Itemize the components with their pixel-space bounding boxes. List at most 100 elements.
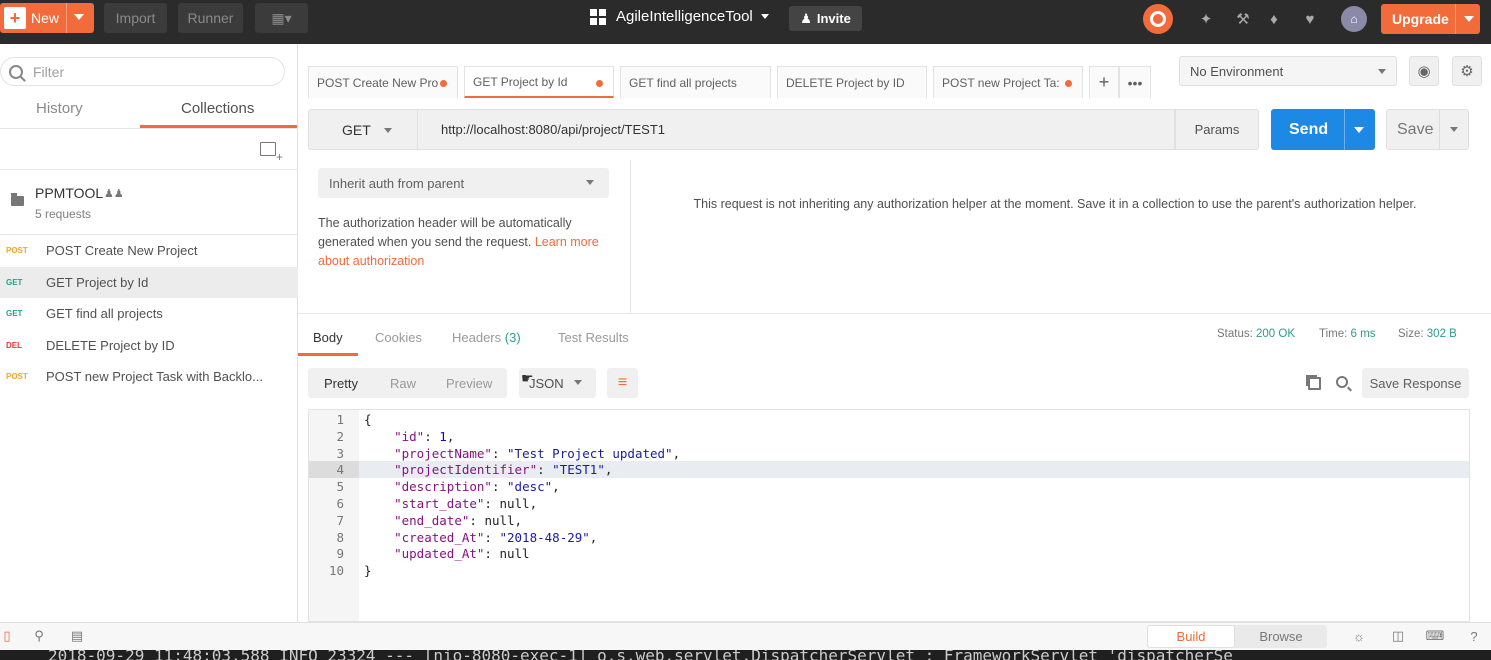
runner-button[interactable]: Runner (178, 3, 243, 33)
tab-post-create-new-project[interactable]: POST Create New Pro (308, 66, 458, 98)
unsaved-dot-icon (440, 80, 447, 87)
eye-icon: ◉ (1417, 63, 1431, 80)
send-label: Send (1289, 120, 1329, 138)
code-text: "projectName": "Test Project updated", (394, 445, 681, 461)
divider (1455, 4, 1456, 34)
terminal-line: 2018-09-29 11:48:03.588 INFO 23324 --- [… (48, 650, 1233, 660)
terminal-output: 2018-09-29 11:48:03.588 INFO 23324 --- [… (0, 650, 1491, 660)
format-tabs: Pretty Raw Preview (308, 368, 507, 398)
divider (1439, 110, 1440, 149)
line-number: 1 (336, 412, 344, 427)
save-button[interactable]: Save (1386, 109, 1469, 150)
auth-description: The authorization header will be automat… (318, 214, 608, 271)
console-icon[interactable]: ▤ (70, 628, 84, 643)
build-browse-toggle: Build Browse (1147, 625, 1327, 648)
build-button[interactable]: Build (1147, 625, 1235, 648)
chevron-down-icon[interactable] (1354, 127, 1364, 133)
line-number: 6 (336, 496, 344, 511)
collection-ppmtool[interactable]: PPMTOOL ♟♟ 5 requests (0, 170, 298, 234)
tab-body[interactable]: Body (313, 330, 343, 345)
list-item[interactable]: POST POST new Project Task with Backlo... (0, 361, 298, 392)
import-button[interactable]: Import (104, 3, 167, 33)
help-icon[interactable]: ? (1467, 629, 1481, 644)
copy-icon[interactable] (1308, 377, 1321, 390)
chevron-down-icon[interactable] (1464, 16, 1474, 22)
code-text: { (364, 412, 372, 427)
new-button[interactable]: + New (0, 3, 94, 33)
send-button[interactable]: Send (1271, 109, 1375, 150)
save-response-button[interactable]: Save Response (1362, 368, 1469, 398)
keyboard-icon[interactable]: ⌨ (1426, 628, 1445, 643)
method-select[interactable]: GET (308, 109, 418, 150)
list-item[interactable]: POST POST Create New Project (0, 235, 298, 266)
chevron-down-icon[interactable] (74, 14, 84, 20)
chevron-down-icon[interactable] (1450, 127, 1458, 132)
sync-icon[interactable] (1143, 4, 1173, 34)
satellite-icon[interactable]: ✦ (1197, 10, 1215, 28)
auth-type-label: Inherit auth from parent (329, 175, 465, 191)
chevron-down-icon (760, 14, 769, 19)
list-item[interactable]: GET GET find all projects (0, 298, 298, 329)
list-item[interactable]: GET GET Project by Id (0, 266, 298, 298)
folder-icon (11, 193, 24, 206)
bell-icon[interactable]: ♦ (1265, 10, 1283, 28)
two-pane-icon[interactable]: ◫ (1391, 628, 1405, 643)
tab-get-find-all-projects[interactable]: GET find all projects (620, 66, 771, 98)
sidebar-tabs: History Collections (0, 94, 298, 128)
tab-history[interactable]: History (36, 100, 83, 117)
browse-button[interactable]: Browse (1235, 625, 1327, 648)
format-preview[interactable]: Preview (446, 376, 492, 391)
add-tab-button[interactable]: + (1089, 66, 1119, 98)
auth-type-select[interactable]: Inherit auth from parent (318, 168, 609, 198)
tab-post-new-project-task[interactable]: POST new Project Ta: (933, 66, 1083, 98)
code-line: 2 "id": 1, (309, 428, 1469, 445)
filter-placeholder: Filter (33, 63, 65, 80)
eye-button[interactable]: ◉ (1409, 56, 1439, 86)
tab-test-results[interactable]: Test Results (558, 330, 629, 345)
search-icon (9, 64, 23, 79)
avatar[interactable]: ⌂ (1341, 6, 1367, 32)
upgrade-button[interactable]: Upgrade (1381, 4, 1480, 34)
tab-collections[interactable]: Collections (181, 100, 254, 117)
new-collection-icon[interactable] (260, 142, 283, 164)
format-pretty[interactable]: Pretty (324, 376, 358, 391)
method-badge: DEL (6, 340, 22, 350)
response-editor[interactable]: 1{2 "id": 1, 3 "projectName": "Test Proje… (308, 409, 1470, 622)
invite-button[interactable]: ♟ Invite (789, 6, 862, 31)
settings-button[interactable]: ⚙ (1452, 56, 1482, 86)
auth-message: This request is not inheriting any autho… (693, 197, 1417, 211)
status-bar: ▯ ⚲ ▤ Build Browse ☼ ◫ ⌨ ? (0, 622, 1491, 650)
code-text: } (364, 563, 372, 579)
request-name: POST Create New Project (46, 243, 198, 258)
top-bar: + New Import Runner ▦▾ AgileIntelligence… (0, 0, 1491, 44)
tab-cookies[interactable]: Cookies (375, 330, 422, 345)
list-item[interactable]: DEL DELETE Project by ID (0, 330, 298, 361)
filter-input[interactable]: Filter (0, 57, 285, 86)
search-icon[interactable]: ⚲ (32, 628, 46, 643)
heart-icon[interactable]: ♥ (1301, 10, 1319, 28)
search-icon[interactable] (1336, 376, 1348, 388)
params-button[interactable]: Params (1175, 109, 1259, 150)
tab-delete-project-by-id[interactable]: DELETE Project by ID (777, 66, 927, 98)
more-tabs-button[interactable]: ••• (1119, 66, 1151, 98)
tab-label: POST new Project Ta: (942, 75, 1060, 90)
plus-icon: + (1098, 72, 1110, 92)
code-text: "projectIdentifier": "TEST1", (394, 462, 613, 478)
wrench-icon[interactable]: ⚒ (1234, 10, 1252, 28)
new-window-button[interactable]: ▦▾ (255, 3, 308, 33)
lightbulb-icon[interactable]: ☼ (1352, 629, 1366, 644)
format-raw[interactable]: Raw (390, 376, 416, 391)
url-input[interactable]: http://localhost:8080/api/project/TEST1 (418, 109, 1175, 150)
code-line: 8 "created_At": "2018-48-29", (309, 529, 1469, 546)
workspace-selector[interactable]: AgileIntelligenceTool (590, 8, 769, 25)
wrap-lines-button[interactable]: ≡ (607, 368, 638, 398)
code-text: "end_date": null, (394, 512, 523, 528)
tab-get-project-by-id[interactable]: GET Project by Id (464, 66, 614, 98)
environment-select[interactable]: No Environment (1179, 56, 1397, 86)
invite-label: Invite (816, 11, 851, 26)
sidebar-toggle-icon[interactable]: ▯ (0, 628, 14, 643)
code-text: "updated_At": null (394, 546, 530, 562)
time-readout: Time: 6 ms (1319, 328, 1375, 340)
wrap-icon: ≡ (617, 374, 628, 391)
tab-headers[interactable]: Headers (3) (452, 330, 521, 345)
